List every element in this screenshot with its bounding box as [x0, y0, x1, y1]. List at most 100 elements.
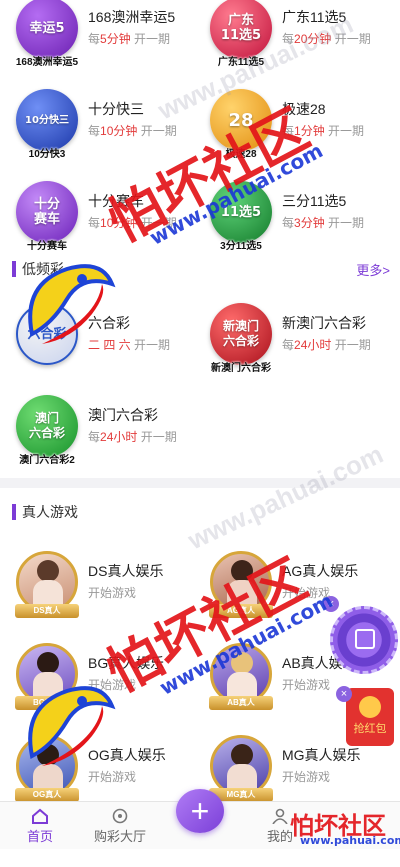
lottery-period: 每3分钟 开一期 [282, 216, 365, 230]
lottery-item[interactable]: 广东 11选5 广东11选5 广东11选5 每20分钟 开一期 [200, 0, 394, 74]
live-avatar: BG真人 [15, 643, 79, 710]
section-title: 真人游戏 [12, 504, 78, 520]
live-item[interactable]: BG真人 BG真人娱乐 开始游戏 [6, 628, 200, 720]
more-link[interactable]: 更多> [356, 260, 390, 279]
lottery-logo: 11选5 3分11选5 [210, 181, 272, 252]
tab-label: 首页 [26, 829, 53, 844]
lottery-item[interactable]: 澳门 六合彩 澳门六合彩2 澳门六合彩 每24小时 开一期 [6, 380, 200, 472]
lottery-name: 极速28 [282, 101, 326, 117]
live-avatar: DS真人 [15, 551, 79, 618]
logo-caption: 新澳门六合彩 [211, 363, 271, 374]
bottom-tabbar: 首页 购彩大厅 + 我的 [0, 789, 400, 849]
live-avatar: MG真人 [209, 735, 273, 802]
logo-text: 28 [228, 109, 254, 131]
tab-plus[interactable]: + [160, 789, 240, 849]
logo-caption: 10分快3 [28, 149, 66, 160]
lottery-name: 三分11选5 [282, 193, 347, 209]
low-freq-grid: 六合彩 六合彩 二 四 六 开一期 新澳门 六合彩 新澳门六合彩 新澳门六合彩 … [0, 288, 400, 472]
user-icon [272, 808, 288, 824]
live-avatar: OG真人 [15, 735, 79, 802]
live-sub: 开始游戏 [88, 770, 137, 784]
tab-home[interactable]: 首页 [0, 801, 80, 849]
section-title: 低频彩 [12, 261, 64, 277]
live-sub: 开始游戏 [88, 586, 137, 600]
live-sub: 开始游戏 [282, 770, 331, 784]
tab-label: 购彩大厅 [93, 829, 146, 844]
lottery-logo: 10分快三 10分快3 [16, 89, 78, 160]
live-grid: DS真人 DS真人娱乐 开始游戏 AG真人 AG真人娱乐 开始游戏 BG真人 BG真… [0, 536, 400, 812]
lottery-item[interactable]: 幸运5 168澳洲幸运5 168澳洲幸运5 每5分钟 开一期 [6, 0, 200, 74]
lottery-hall-icon [112, 808, 128, 824]
lottery-period: 每10分钟 开一期 [88, 216, 177, 230]
lottery-period: 每20分钟 开一期 [282, 32, 371, 46]
home-icon [32, 808, 48, 824]
live-name: MG真人娱乐 [282, 747, 361, 763]
live-name: BG真人娱乐 [88, 655, 165, 671]
live-name: AG真人娱乐 [282, 563, 359, 579]
tab-user[interactable]: 我的 [240, 801, 320, 849]
lottery-name: 十分赛车 [88, 193, 144, 209]
logo-caption: 广东11选5 [217, 57, 265, 68]
logo-text: 六合彩 [27, 326, 67, 342]
live-header: 真人游戏 [0, 488, 400, 536]
lottery-name: 十分快三 [88, 101, 144, 117]
plus-button[interactable]: + [176, 789, 224, 833]
lottery-item[interactable]: 六合彩 六合彩 二 四 六 开一期 [6, 288, 200, 380]
tab-label: 我的 [266, 829, 293, 844]
lottery-grid: 幸运5 168澳洲幸运5 168澳洲幸运5 每5分钟 开一期 广东 11选5 广… [0, 0, 400, 258]
lottery-logo: 六合彩 [16, 303, 78, 365]
lottery-period: 每10分钟 开一期 [88, 124, 177, 138]
red-envelope-icon [359, 696, 381, 718]
lottery-item[interactable]: 28 极速28 极速28 每1分钟 开一期 [200, 74, 394, 166]
logo-text: 11选5 [220, 204, 262, 220]
logo-text: 幸运5 [29, 20, 65, 36]
lottery-item[interactable]: 10分快三 10分快3 十分快三 每10分钟 开一期 [6, 74, 200, 166]
live-avatar: AB真人 [209, 643, 273, 710]
tab-hall[interactable]: 购彩大厅 [80, 801, 160, 849]
lottery-logo: 澳门 六合彩 澳门六合彩2 [16, 395, 78, 466]
logo-caption: 十分赛车 [27, 241, 67, 252]
live-sub: 开始游戏 [282, 586, 331, 600]
logo-caption: 168澳洲幸运5 [15, 57, 79, 68]
gift-icon [355, 629, 375, 649]
lottery-item[interactable]: 新澳门 六合彩 新澳门六合彩 新澳门六合彩 每24小时 开一期 [200, 288, 394, 380]
live-name: DS真人娱乐 [88, 563, 164, 579]
logo-text: 澳门 六合彩 [28, 411, 65, 440]
logo-text: 新澳门 六合彩 [222, 319, 259, 348]
live-avatar: AG真人 [209, 551, 273, 618]
logo-caption: 澳门六合彩2 [19, 455, 75, 466]
live-item[interactable]: OG真人 OG真人娱乐 开始游戏 [6, 720, 200, 812]
logo-text: 广东 11选5 [220, 13, 262, 43]
lottery-logo: 28 极速28 [210, 89, 272, 160]
lottery-name: 168澳洲幸运5 [88, 9, 176, 25]
lottery-period: 每1分钟 开一期 [282, 124, 365, 138]
logo-text: 10分快三 [25, 114, 69, 126]
lottery-period: 每5分钟 开一期 [88, 32, 171, 46]
section-divider [0, 478, 400, 488]
close-icon[interactable]: × [323, 596, 339, 612]
gift-float-button[interactable] [330, 606, 398, 674]
tab-spacer [320, 801, 400, 849]
live-name: OG真人娱乐 [88, 747, 166, 763]
lottery-period: 每24小时 开一期 [88, 430, 177, 444]
logo-text: 十分 赛车 [33, 197, 60, 227]
logo-caption: 3分11选5 [220, 241, 262, 252]
lottery-period: 二 四 六 开一期 [88, 338, 171, 352]
live-sub: 开始游戏 [88, 678, 137, 692]
lottery-name: 六合彩 [88, 315, 130, 331]
lottery-item[interactable]: 十分 赛车 十分赛车 十分赛车 每10分钟 开一期 [6, 166, 200, 258]
lottery-name: 广东11选5 [282, 9, 347, 25]
lottery-period: 每24小时 开一期 [282, 338, 371, 352]
lottery-logo: 幸运5 168澳洲幸运5 [16, 0, 78, 68]
lottery-logo: 广东 11选5 广东11选5 [210, 0, 272, 68]
close-icon[interactable]: × [336, 686, 352, 702]
lottery-name: 澳门六合彩 [88, 407, 158, 423]
live-item[interactable]: DS真人 DS真人娱乐 开始游戏 [6, 536, 200, 628]
logo-caption: 极速28 [225, 149, 257, 160]
lottery-name: 新澳门六合彩 [282, 315, 366, 331]
red-envelope-label: 抢红包 [353, 723, 387, 735]
lottery-logo: 新澳门 六合彩 新澳门六合彩 [210, 303, 272, 374]
lottery-item[interactable]: 11选5 3分11选5 三分11选5 每3分钟 开一期 [200, 166, 394, 258]
red-envelope-button[interactable]: 抢红包 [346, 688, 394, 746]
lottery-logo: 十分 赛车 十分赛车 [16, 181, 78, 252]
